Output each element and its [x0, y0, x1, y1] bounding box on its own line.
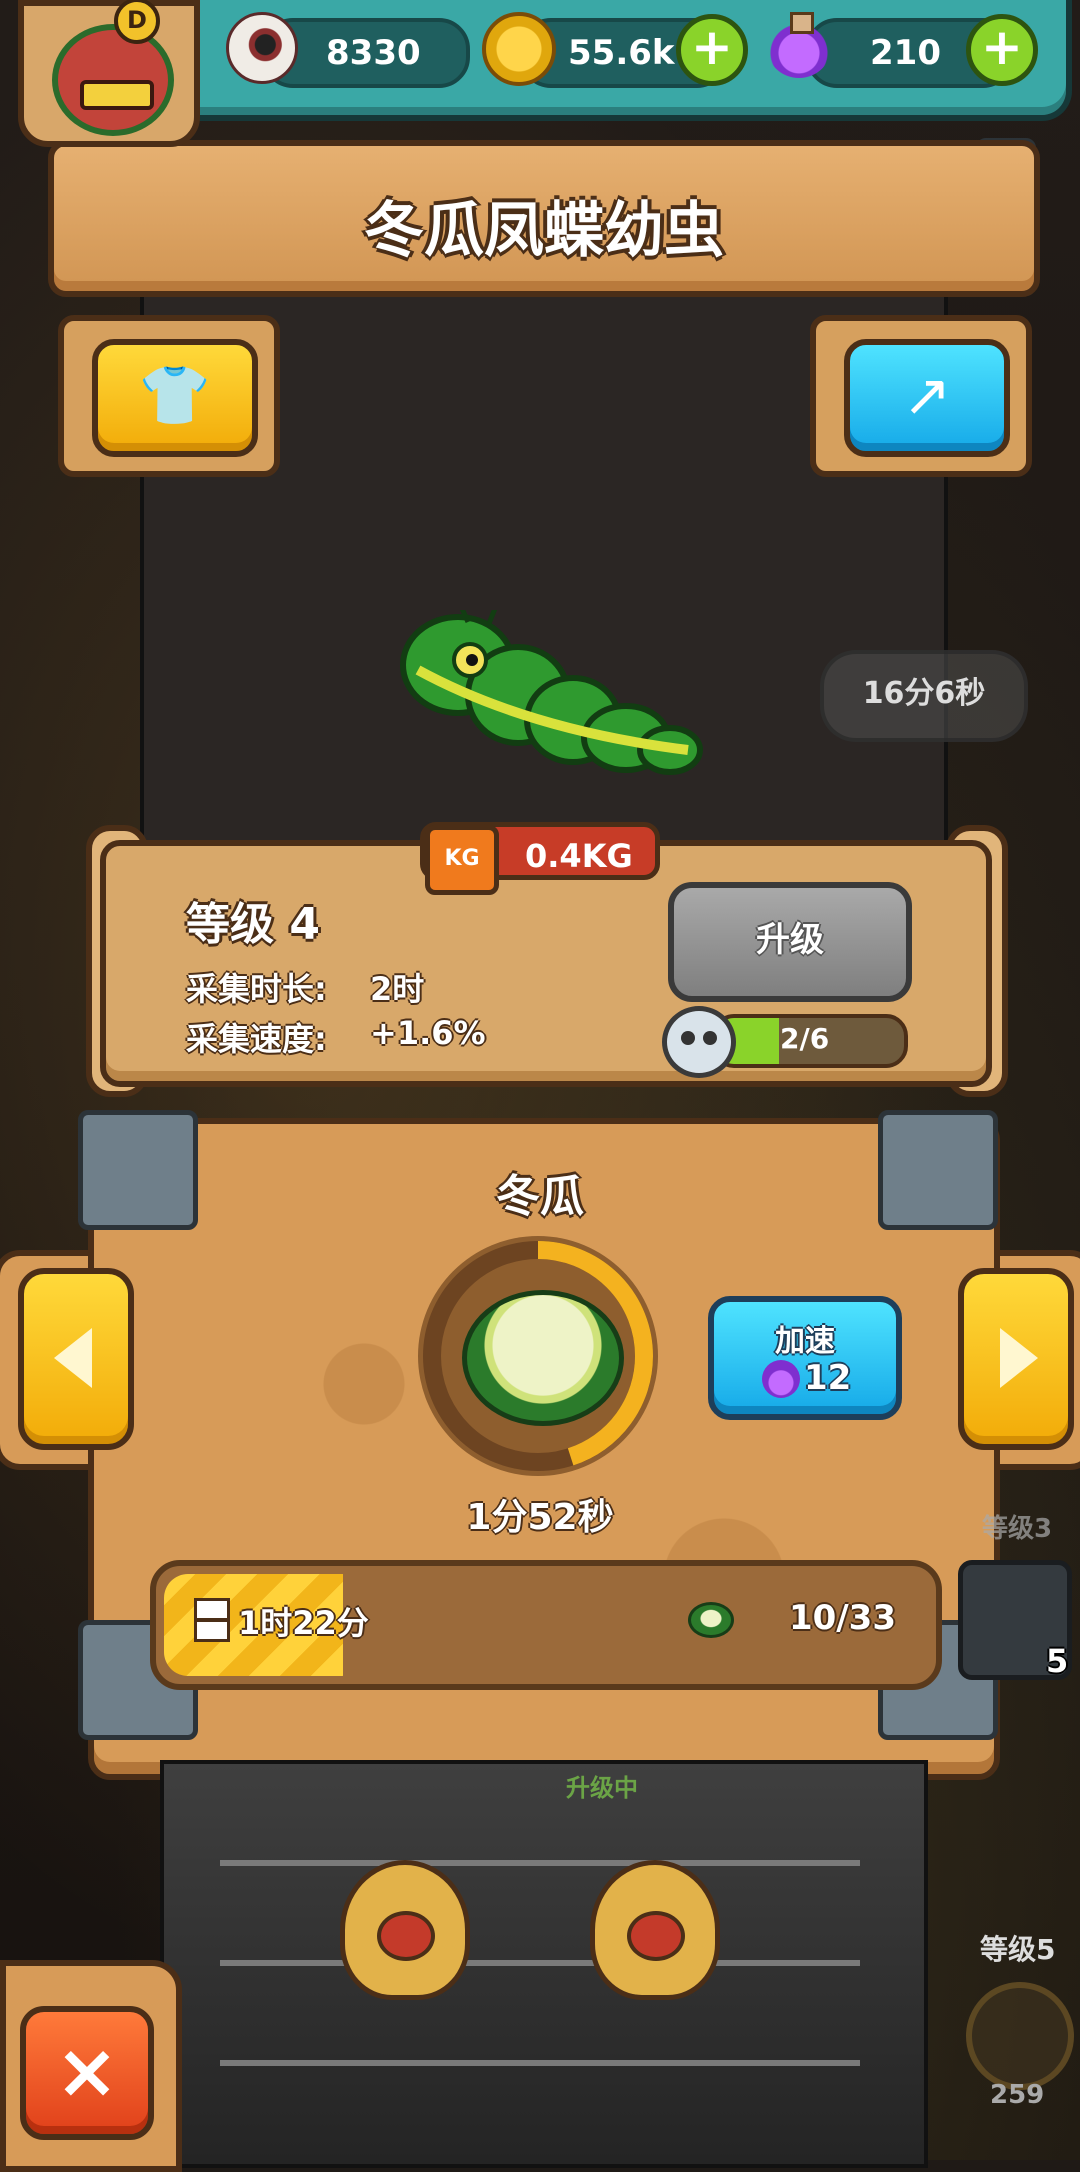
bottom-value: 259: [990, 2080, 1045, 2110]
production-timer: 1分52秒: [466, 1497, 614, 1538]
add-coins-button[interactable]: +: [676, 14, 748, 86]
caterpillar-creature[interactable]: [388, 610, 708, 775]
potato-icon: [966, 1982, 1074, 2090]
eyeball-icon: [226, 12, 298, 84]
eyeball-count: 8330: [326, 33, 421, 73]
avatar-badge: D: [114, 0, 160, 44]
potion-count: 210: [870, 33, 941, 73]
arrow-left-icon: [54, 1328, 92, 1388]
collect-duration-label: 采集时长:: [186, 970, 327, 1008]
hourglass-icon: [194, 1598, 230, 1642]
collection-progress-bar: 1时22分 10/33: [150, 1560, 942, 1690]
potion-icon-small: [762, 1360, 800, 1398]
wardrobe-sign: 👕: [58, 315, 280, 477]
weight-value: 0.4KG: [525, 837, 633, 875]
upgrading-label: 升级中: [566, 1774, 638, 1802]
upgrade-progress-bar: 2/6: [712, 1014, 908, 1068]
ring-rope: [220, 1960, 860, 1966]
side-card-count: 5: [1046, 1642, 1069, 1680]
title-board: 冬瓜凤蝶幼虫: [48, 140, 1040, 297]
side-level-label: 等级3: [982, 1514, 1053, 1544]
potion-icon: [766, 12, 832, 78]
chicken-creature[interactable]: [590, 1860, 720, 2000]
coin-count: 55.6k: [568, 33, 675, 73]
collect-speed-value: +1.6%: [370, 1014, 486, 1052]
horned-skull-icon: [662, 1006, 736, 1078]
share-icon: ↗: [902, 361, 952, 429]
winter-melon-icon: [462, 1290, 624, 1426]
upgrade-button[interactable]: 升级: [668, 882, 912, 1002]
speed-up-cost: 12: [804, 1358, 852, 1398]
speech-timer-text: 16分6秒: [862, 676, 986, 711]
add-potions-button[interactable]: +: [966, 14, 1038, 86]
share-sign: ↗: [810, 315, 1032, 477]
level-label: 等级 4: [186, 899, 320, 950]
bottom-level-label: 等级5: [980, 1933, 1056, 1966]
speech-timer-bubble: 16分6秒: [820, 650, 1028, 742]
speed-up-label: 加速: [775, 1324, 835, 1359]
previous-item-button[interactable]: [18, 1268, 134, 1450]
chicken-creature[interactable]: [340, 1860, 470, 2000]
collect-duration-row: 采集时长: 2时: [186, 964, 424, 1010]
shirt-icon: 👕: [138, 361, 212, 429]
close-button[interactable]: ×: [20, 2006, 154, 2140]
next-item-button[interactable]: [958, 1268, 1074, 1450]
collect-duration-value: 2时: [370, 970, 425, 1008]
speed-up-button[interactable]: 加速 12: [708, 1296, 902, 1420]
resource-bar: 8330 55.6k + 210 +: [160, 0, 1072, 121]
collection-count: 10/33: [788, 1598, 896, 1638]
share-button[interactable]: ↗: [844, 339, 1010, 457]
collection-remaining-time: 1时22分: [238, 1604, 369, 1642]
collect-speed-row: 采集速度: +1.6%: [186, 1014, 486, 1060]
coin-icon: [482, 12, 556, 86]
upgrade-progress-text: 2/6: [780, 1022, 830, 1055]
arrow-right-icon: [1000, 1328, 1038, 1388]
ring-rope: [220, 1860, 860, 1866]
item-name: 冬瓜: [496, 1171, 584, 1222]
weight-icon: KG: [425, 825, 499, 895]
wardrobe-button[interactable]: 👕: [92, 339, 258, 457]
player-avatar[interactable]: D: [18, 0, 200, 147]
collect-speed-label: 采集速度:: [186, 1020, 327, 1058]
page-title: 冬瓜凤蝶幼虫: [364, 196, 724, 266]
winter-melon-small-icon: [688, 1602, 734, 1638]
ring-rope: [220, 2060, 860, 2066]
monster-face-icon: [52, 24, 174, 136]
